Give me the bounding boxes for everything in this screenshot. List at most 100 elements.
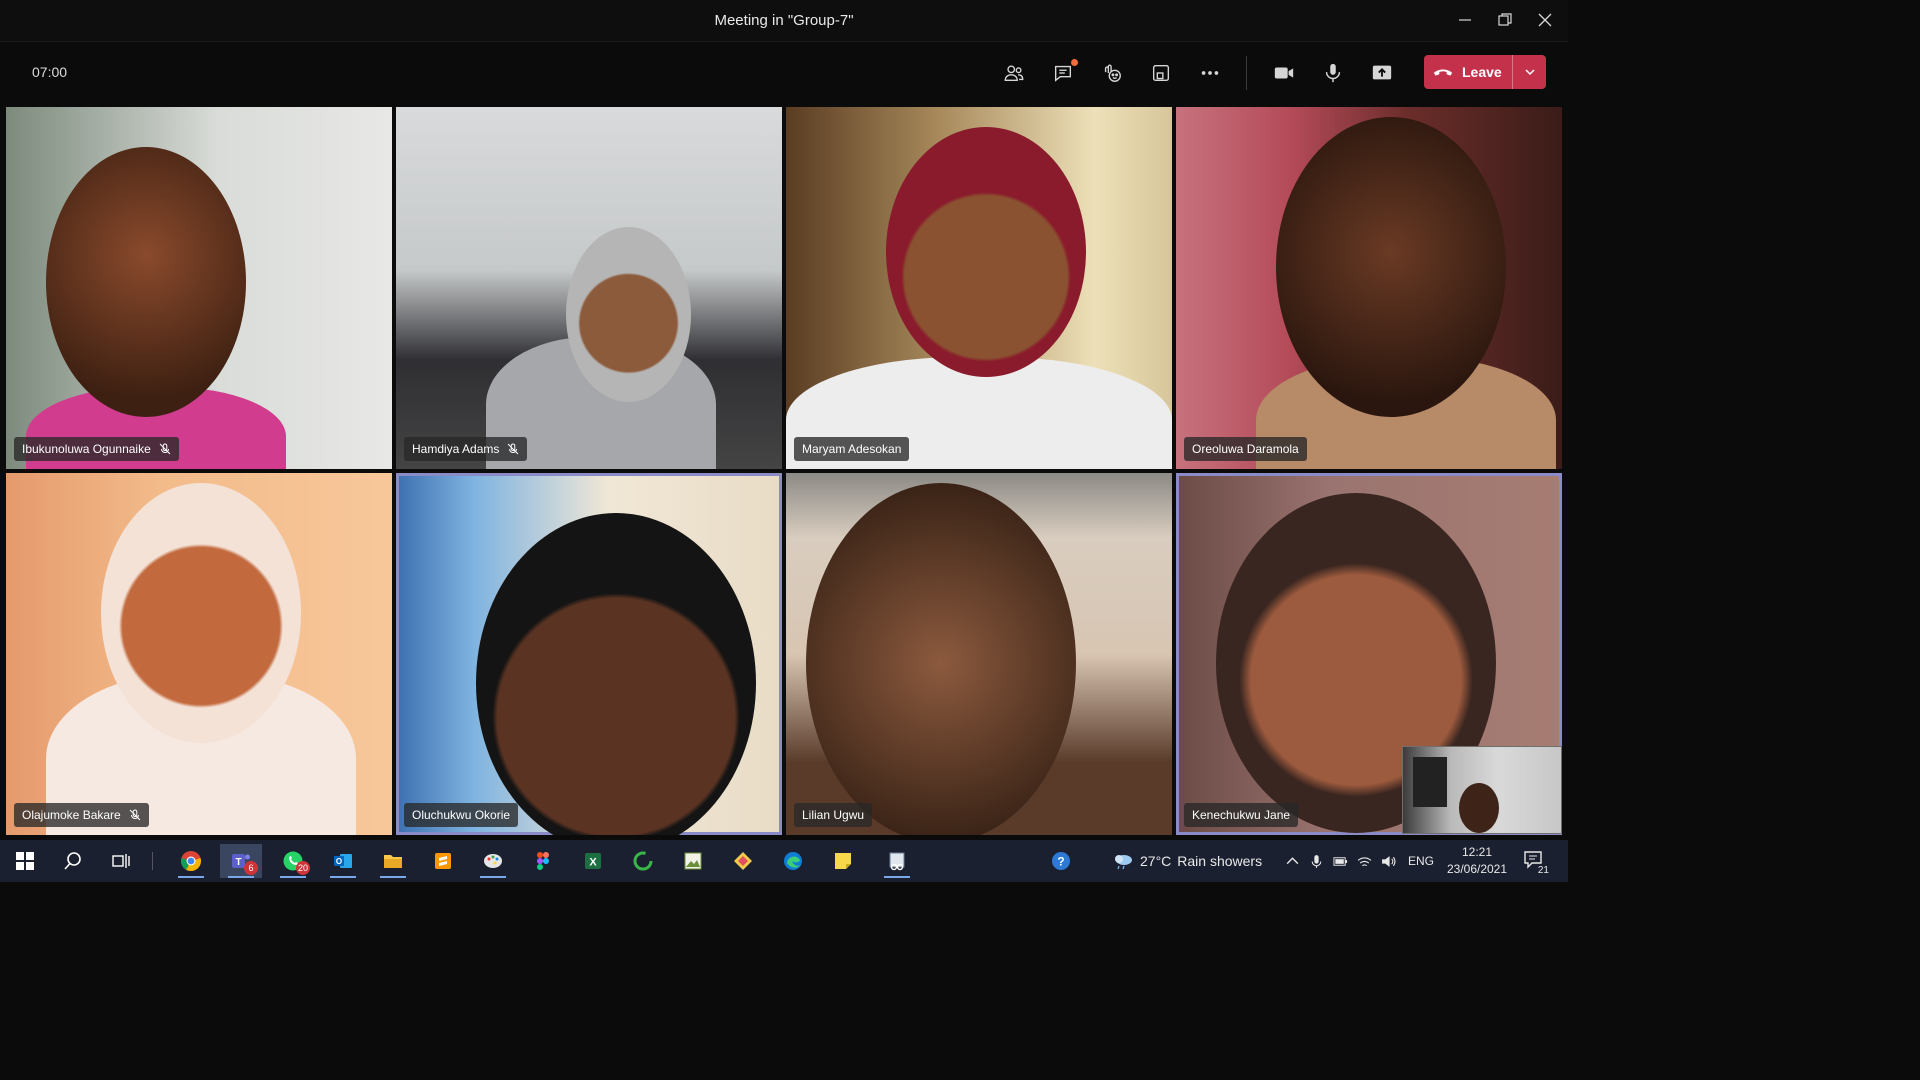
video-tile[interactable]: Hamdiya Adams bbox=[396, 107, 782, 469]
input-language[interactable]: ENG bbox=[1408, 854, 1434, 868]
participant-name: Kenechukwu Jane bbox=[1192, 808, 1291, 822]
self-view-video[interactable] bbox=[1402, 746, 1562, 834]
battery-icon bbox=[1332, 856, 1347, 866]
mic-button[interactable] bbox=[1315, 56, 1351, 90]
camera-icon bbox=[1274, 67, 1294, 79]
meeting-timer: 07:00 bbox=[32, 64, 68, 80]
chat-icon bbox=[1054, 65, 1072, 82]
tray-wifi-icon[interactable] bbox=[1355, 852, 1373, 870]
taskbar-clock[interactable]: 12:21 23/06/2021 bbox=[1444, 844, 1510, 878]
svg-text:O: O bbox=[336, 857, 342, 866]
participants-button[interactable] bbox=[996, 56, 1032, 90]
paint-app-taskbar-button[interactable] bbox=[472, 844, 514, 878]
chrome-taskbar-button[interactable] bbox=[170, 844, 212, 878]
task-view-button[interactable] bbox=[100, 844, 142, 878]
sublime-text-taskbar-button[interactable] bbox=[422, 844, 464, 878]
sticky-notes-taskbar-button[interactable] bbox=[822, 844, 864, 878]
mic-off-icon bbox=[159, 443, 171, 455]
photo-app-taskbar-button[interactable] bbox=[672, 844, 714, 878]
participant-name: Oreoluwa Daramola bbox=[1192, 442, 1299, 456]
chevron-up-icon bbox=[1286, 856, 1298, 864]
help-icon: ? bbox=[1052, 852, 1070, 870]
window-title: Meeting in "Group-7" bbox=[714, 12, 854, 29]
weather-description: Rain showers bbox=[1177, 853, 1263, 869]
snipping-tool-taskbar-button[interactable] bbox=[876, 844, 918, 878]
svg-text:T: T bbox=[235, 857, 241, 868]
progress-app-taskbar-button[interactable] bbox=[622, 844, 664, 878]
diamond-app-icon bbox=[734, 852, 752, 870]
share-screen-button[interactable] bbox=[1364, 56, 1400, 90]
outlook-taskbar-button[interactable]: O bbox=[322, 844, 364, 878]
participant-name: Maryam Adesokan bbox=[802, 442, 902, 456]
video-tile[interactable]: Olajumoke Bakare bbox=[6, 473, 392, 835]
start-button[interactable] bbox=[4, 844, 46, 878]
figma-taskbar-button[interactable] bbox=[522, 844, 564, 878]
show-hidden-icons-button[interactable] bbox=[1283, 852, 1301, 870]
participants-icon bbox=[1004, 65, 1024, 82]
tray-battery-icon[interactable] bbox=[1331, 852, 1349, 870]
image-editor-icon bbox=[684, 852, 702, 870]
teams-taskbar-button[interactable]: T 6 bbox=[220, 844, 262, 878]
minimize-button[interactable] bbox=[1450, 6, 1480, 34]
hang-up-icon bbox=[1424, 55, 1462, 89]
video-tile-active-speaker[interactable]: Oluchukwu Okorie bbox=[396, 473, 782, 835]
rain-cloud-icon bbox=[1115, 855, 1132, 870]
tray-microphone-icon[interactable] bbox=[1307, 852, 1325, 870]
file-explorer-taskbar-button[interactable] bbox=[372, 844, 414, 878]
palette-icon bbox=[484, 854, 502, 868]
participant-video-face bbox=[101, 483, 301, 743]
reactions-icon bbox=[1104, 64, 1121, 82]
self-view-background-artwork bbox=[1413, 757, 1447, 807]
weather-widget[interactable]: 27°C Rain showers bbox=[1112, 852, 1262, 870]
reactions-button[interactable] bbox=[1094, 56, 1130, 90]
chat-button[interactable] bbox=[1045, 56, 1081, 90]
excel-icon: X bbox=[585, 853, 601, 869]
video-tile[interactable]: Lilian Ugwu bbox=[786, 473, 1172, 835]
microphone-icon bbox=[1311, 854, 1321, 868]
window-title-bar: Meeting in "Group-7" bbox=[0, 0, 1568, 42]
close-button[interactable] bbox=[1530, 6, 1560, 34]
help-button[interactable]: ? bbox=[1040, 844, 1082, 878]
participant-name: Lilian Ugwu bbox=[802, 808, 865, 822]
restore-icon bbox=[1498, 13, 1512, 26]
video-tile[interactable]: Oreoluwa Daramola bbox=[1176, 107, 1562, 469]
participant-video-face bbox=[476, 513, 756, 835]
leave-label: Leave bbox=[1462, 64, 1502, 80]
folder-icon bbox=[384, 855, 402, 868]
whatsapp-taskbar-button[interactable]: 20 bbox=[272, 844, 314, 878]
participant-name: Olajumoke Bakare bbox=[22, 808, 121, 822]
notification-center-button[interactable]: 21 bbox=[1522, 848, 1550, 876]
search-button[interactable] bbox=[52, 844, 94, 878]
outlook-icon: O bbox=[334, 854, 352, 868]
participant-nameplate: Oluchukwu Okorie bbox=[404, 803, 519, 827]
mic-icon bbox=[1325, 63, 1341, 83]
sublime-text-icon bbox=[435, 853, 451, 869]
leave-button[interactable]: Leave bbox=[1424, 55, 1546, 89]
clock-time: 12:21 bbox=[1461, 845, 1493, 859]
edge-taskbar-button[interactable] bbox=[772, 844, 814, 878]
participant-nameplate: Kenechukwu Jane bbox=[1184, 803, 1299, 827]
participant-video-face bbox=[566, 227, 691, 402]
excel-taskbar-button[interactable]: X bbox=[572, 844, 614, 878]
leave-options-button[interactable] bbox=[1513, 55, 1546, 89]
edge-icon bbox=[784, 852, 802, 870]
participant-name: Hamdiya Adams bbox=[412, 442, 500, 456]
chrome-icon bbox=[181, 851, 201, 872]
participant-video-face bbox=[46, 147, 246, 417]
clock-date: 23/06/2021 bbox=[1446, 862, 1508, 876]
tray-volume-icon[interactable] bbox=[1379, 852, 1397, 870]
git-app-taskbar-button[interactable] bbox=[722, 844, 764, 878]
video-tile[interactable]: Ibukunoluwa Ogunnaike bbox=[6, 107, 392, 469]
more-actions-button[interactable] bbox=[1192, 56, 1228, 90]
more-icon bbox=[1201, 71, 1219, 75]
breakout-rooms-button[interactable] bbox=[1143, 56, 1179, 90]
participant-nameplate: Maryam Adesokan bbox=[794, 437, 910, 461]
participant-nameplate: Olajumoke Bakare bbox=[14, 803, 149, 827]
mic-off-icon bbox=[508, 443, 519, 455]
participant-nameplate: Oreoluwa Daramola bbox=[1184, 437, 1307, 461]
camera-button[interactable] bbox=[1266, 56, 1302, 90]
ring-app-icon bbox=[633, 851, 653, 871]
speaker-icon bbox=[1381, 855, 1395, 867]
restore-button[interactable] bbox=[1490, 6, 1520, 34]
video-tile[interactable]: Maryam Adesokan bbox=[786, 107, 1172, 469]
